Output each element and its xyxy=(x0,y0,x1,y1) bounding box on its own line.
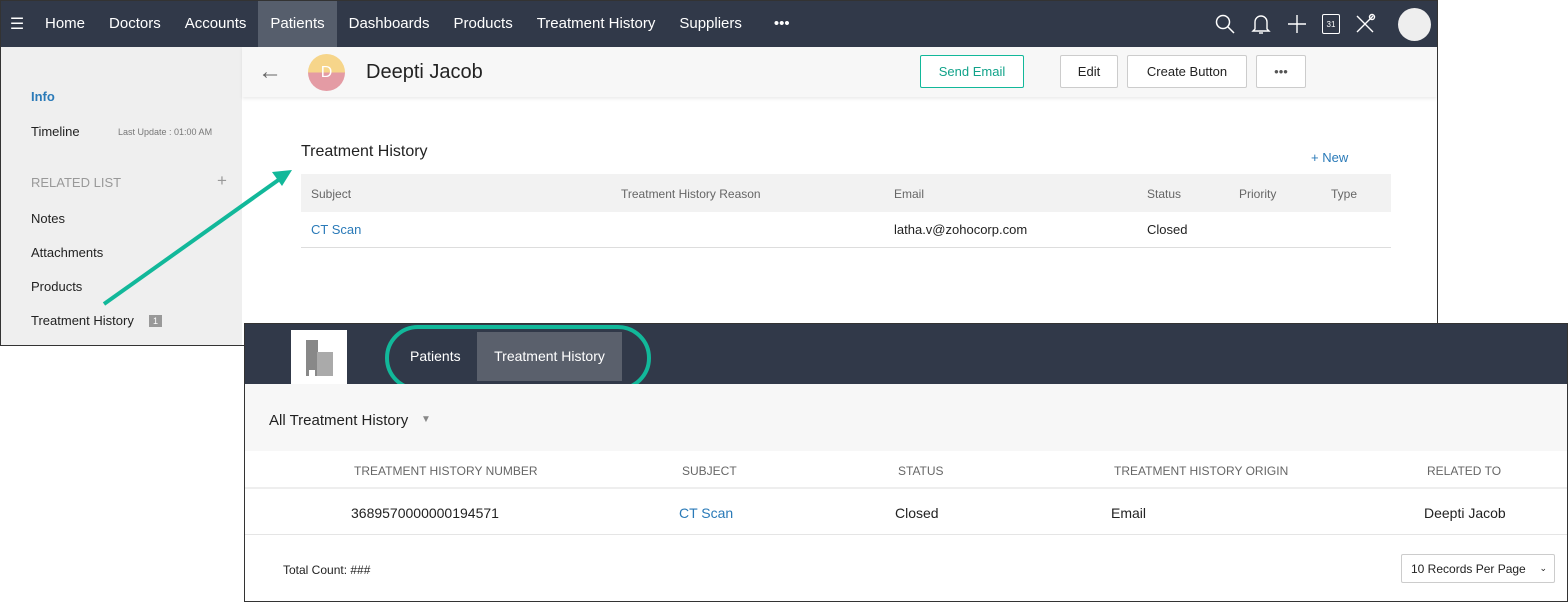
col-number: TREATMENT HISTORY NUMBER xyxy=(354,464,538,478)
new-record-link[interactable]: + New xyxy=(1311,150,1348,165)
view-bar: All Treatment History ▼ xyxy=(245,384,1567,451)
col-status: STATUS xyxy=(898,464,944,478)
number-cell: 3689570000000194571 xyxy=(351,505,499,521)
subject-link[interactable]: CT Scan xyxy=(679,505,733,521)
nav-more[interactable]: ••• xyxy=(754,1,802,47)
create-button[interactable]: Create Button xyxy=(1127,55,1247,88)
records-per-page-select[interactable]: 10 Records Per Page ⌄ xyxy=(1401,554,1555,583)
more-actions-button[interactable]: ••• xyxy=(1256,55,1306,88)
tools-icon[interactable] xyxy=(1354,13,1376,35)
col-origin: TREATMENT HISTORY ORIGIN xyxy=(1114,464,1289,478)
portal-table-header: TREATMENT HISTORY NUMBER SUBJECT STATUS … xyxy=(245,451,1567,489)
edit-button[interactable]: Edit xyxy=(1060,55,1118,88)
col-related-to: RELATED TO xyxy=(1427,464,1502,478)
col-type: Type xyxy=(1331,187,1358,201)
nav-dashboards[interactable]: Dashboards xyxy=(337,1,442,47)
status-cell: Closed xyxy=(1147,222,1188,237)
col-reason: Treatment History Reason xyxy=(621,187,761,201)
origin-cell: Email xyxy=(1111,505,1147,521)
nav-products[interactable]: Products xyxy=(442,1,525,47)
view-selector[interactable]: All Treatment History xyxy=(269,412,408,429)
bell-icon[interactable] xyxy=(1250,13,1272,35)
col-status: Status xyxy=(1147,187,1182,201)
total-count: Total Count: ### xyxy=(283,563,371,577)
record-name: Deepti Jacob xyxy=(366,60,483,83)
col-priority: Priority xyxy=(1239,187,1277,201)
col-subject: SUBJECT xyxy=(682,464,737,478)
records-per-page-value: 10 Records Per Page xyxy=(1411,561,1526,576)
calendar-icon[interactable]: 31 xyxy=(1322,14,1340,34)
building-logo-icon xyxy=(291,330,347,384)
plus-icon[interactable] xyxy=(1286,13,1308,35)
record-header: ← D Deepti Jacob Send Email Edit Create … xyxy=(242,47,1437,97)
chevron-down-icon[interactable]: ▼ xyxy=(421,414,431,425)
highlight-ellipse xyxy=(385,325,651,391)
table-row: CT Scan latha.v@zohocorp.com Closed xyxy=(301,212,1391,248)
table-row: 3689570000000194571 CT Scan Closed Email… xyxy=(245,491,1567,535)
user-avatar[interactable] xyxy=(1398,7,1431,41)
related-to-cell: Deepti Jacob xyxy=(1424,505,1506,521)
status-cell: Closed xyxy=(895,505,939,521)
nav-suppliers[interactable]: Suppliers xyxy=(667,1,754,47)
chevron-down-icon: ⌄ xyxy=(1539,563,1547,573)
related-table-header: Subject Treatment History Reason Email S… xyxy=(301,174,1391,212)
send-email-button[interactable]: Send Email xyxy=(920,55,1024,88)
annotation-arrow xyxy=(102,170,292,306)
portal-nav: Patients Treatment History xyxy=(245,324,1567,391)
email-cell: latha.v@zohocorp.com xyxy=(894,222,1028,237)
nav-treatment-history[interactable]: Treatment History xyxy=(525,1,668,47)
search-icon[interactable] xyxy=(1214,13,1236,35)
col-email: Email xyxy=(894,187,925,201)
portal-window: Patients Treatment History All Treatment… xyxy=(244,323,1568,602)
